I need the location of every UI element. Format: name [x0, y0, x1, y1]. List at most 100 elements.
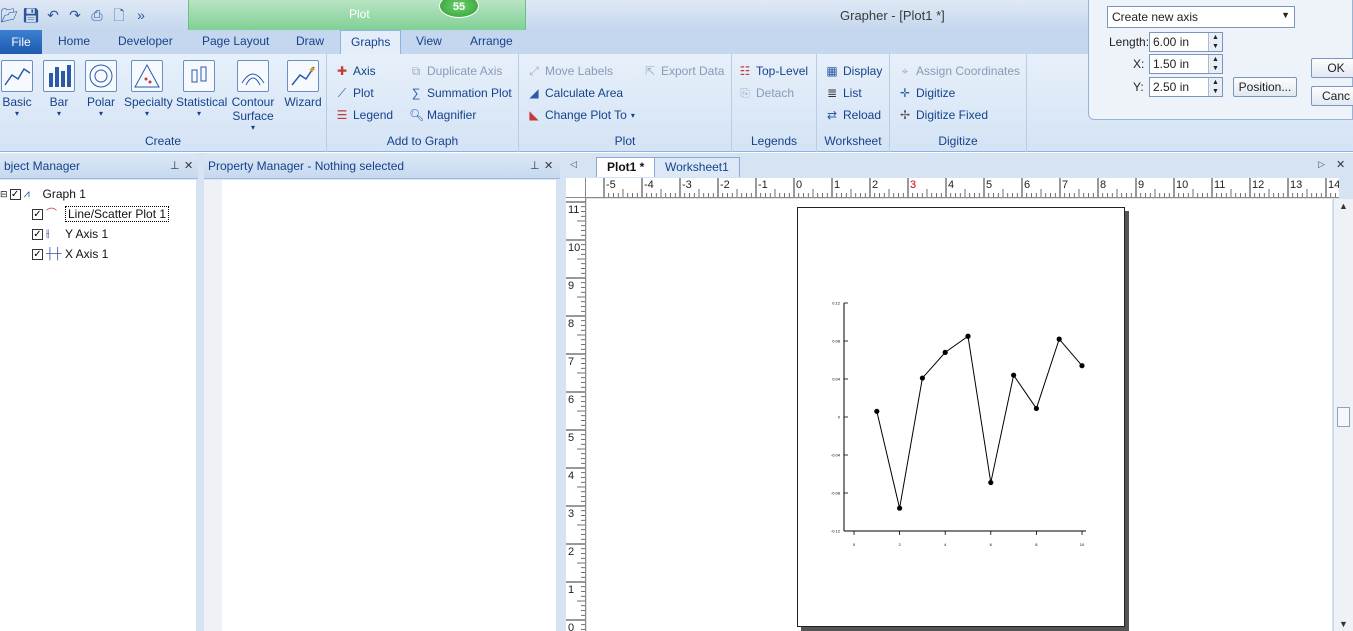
- tab-draw[interactable]: Draw: [296, 34, 324, 48]
- wizard-button[interactable]: ✦ Wizard: [280, 60, 326, 109]
- data-point[interactable]: [988, 479, 994, 486]
- tree-item-graph[interactable]: ⊟ ✓ ⩘ Graph 1: [0, 184, 86, 204]
- y-tick-label: 0: [838, 415, 841, 420]
- crosshair-fixed-icon: ✢: [899, 108, 911, 122]
- cancel-button[interactable]: Canc: [1311, 86, 1353, 106]
- data-point[interactable]: [1079, 363, 1085, 369]
- tab-plot1[interactable]: Plot1 *: [596, 157, 656, 177]
- pin-icon[interactable]: ⊥: [530, 153, 540, 179]
- ruler-label: -5: [606, 179, 616, 191]
- collapse-icon[interactable]: ⊟: [0, 189, 8, 200]
- polar-button[interactable]: Polar ▾: [78, 60, 124, 118]
- group-label-legends: Legends: [750, 134, 798, 148]
- calculate-area-button[interactable]: ◢ Calculate Area: [527, 84, 623, 102]
- tab-view[interactable]: View: [416, 34, 442, 48]
- ruler-label: 2: [872, 179, 878, 191]
- summation-plot-button[interactable]: ∑ Summation Plot: [409, 84, 512, 102]
- legend-button[interactable]: ☰ Legend: [335, 106, 393, 124]
- x-field[interactable]: 1.50 in ▲ ▼: [1149, 54, 1223, 74]
- contour-surface-button[interactable]: Contour Surface ▾: [228, 60, 278, 132]
- checkbox[interactable]: ✓: [32, 248, 43, 260]
- data-point[interactable]: [1056, 336, 1062, 342]
- close-icon[interactable]: ✕: [544, 153, 553, 179]
- tree-item-label: Line/Scatter Plot 1: [65, 206, 170, 222]
- series-line[interactable]: [876, 335, 1083, 509]
- tab-file[interactable]: File: [0, 30, 42, 54]
- tab-home[interactable]: Home: [58, 34, 90, 48]
- scroll-up-icon[interactable]: ▲: [1339, 201, 1348, 211]
- axis-mode-select[interactable]: Create new axis ▼: [1107, 6, 1295, 28]
- open-icon[interactable]: 📂︎: [0, 6, 18, 24]
- more-icon[interactable]: »: [132, 6, 150, 24]
- data-point[interactable]: [919, 375, 925, 381]
- tab-worksheet1[interactable]: Worksheet1: [654, 157, 740, 177]
- data-point[interactable]: [1033, 405, 1039, 412]
- specialty-button[interactable]: Specialty ▾: [124, 60, 173, 118]
- plot-canvas[interactable]: 0.12 0.08 0.04 0 -0.04 -0.08 -0.12 0 2 4 6 8 10: [587, 199, 1332, 631]
- spinner-icon[interactable]: ▲ ▼: [1208, 55, 1222, 73]
- close-icon[interactable]: ✕: [184, 153, 193, 179]
- detach-button[interactable]: ⎘ Detach: [738, 84, 794, 102]
- magnifier-button[interactable]: 🔍︎ Magnifier: [409, 106, 476, 124]
- pin-icon[interactable]: ⊥: [170, 153, 180, 179]
- tree-item-line-scatter-plot[interactable]: ✓ ⌒ Line/Scatter Plot 1: [32, 204, 170, 224]
- position-button[interactable]: Position...: [1233, 77, 1297, 97]
- tab-graphs[interactable]: Graphs: [340, 30, 402, 55]
- bar-button[interactable]: Bar ▾: [36, 60, 82, 118]
- data-point[interactable]: [965, 333, 971, 339]
- data-point[interactable]: [942, 349, 948, 355]
- assign-coordinates-button[interactable]: ⌖ Assign Coordinates: [898, 62, 1020, 80]
- ok-button[interactable]: OK: [1311, 58, 1353, 78]
- scroll-right-icon[interactable]: ▷: [1318, 159, 1325, 170]
- data-point[interactable]: [1011, 372, 1017, 378]
- data-point[interactable]: [897, 505, 903, 511]
- plot-label: Plot: [353, 86, 374, 100]
- length-field[interactable]: 6.00 in ▲ ▼: [1149, 32, 1223, 52]
- ruler-label: 5: [986, 179, 992, 191]
- list-button[interactable]: ≣ List: [825, 84, 862, 102]
- print-icon[interactable]: ⎙: [88, 6, 106, 24]
- spinner-icon[interactable]: ▲ ▼: [1208, 33, 1222, 51]
- checkbox[interactable]: ✓: [32, 228, 43, 240]
- vertical-scrollbar[interactable]: ▲ ▼: [1333, 199, 1353, 631]
- redo-icon[interactable]: ↷: [66, 6, 84, 24]
- scroll-left-icon[interactable]: ◁: [570, 159, 577, 170]
- checkbox[interactable]: ✓: [9, 188, 21, 200]
- duplicate-axis-button[interactable]: ⧉ Duplicate Axis: [409, 62, 503, 80]
- new-icon[interactable]: 🗋: [110, 6, 128, 24]
- move-labels-button[interactable]: ⤢ Move Labels: [527, 62, 613, 80]
- tree-item-y-axis[interactable]: ✓ ⫲ Y Axis 1: [32, 224, 108, 244]
- digitize-fixed-button[interactable]: ✢ Digitize Fixed: [898, 106, 988, 124]
- plot-button[interactable]: ⟋ Plot: [335, 84, 374, 102]
- change-plot-to-button[interactable]: ◣ Change Plot To ▾: [527, 106, 634, 124]
- tab-arrange[interactable]: Arrange: [470, 34, 513, 48]
- y-field[interactable]: 2.50 in ▲ ▼: [1149, 77, 1223, 97]
- ruler-label: 10: [568, 242, 580, 254]
- export-data-button[interactable]: ⇱ Export Data: [643, 62, 724, 80]
- ruler-label: 0: [796, 179, 802, 191]
- axis-button[interactable]: ✚ Axis: [335, 62, 376, 80]
- property-manager-header: Property Manager - Nothing selected ⊥ ✕: [204, 153, 560, 179]
- reload-button[interactable]: ⇄ Reload: [825, 106, 881, 124]
- tree-item-x-axis[interactable]: ✓ ┼┼ X Axis 1: [32, 244, 108, 264]
- data-point[interactable]: [874, 408, 880, 414]
- tab-developer[interactable]: Developer: [118, 34, 173, 48]
- close-icon[interactable]: ✕: [1336, 158, 1345, 171]
- scroll-thumb[interactable]: [1337, 407, 1350, 427]
- top-level-button[interactable]: ☷ Top-Level: [738, 62, 808, 80]
- line-scatter-chart[interactable]: 0.12 0.08 0.04 0 -0.04 -0.08 -0.12 0 2 4 6 8 10: [798, 208, 1126, 628]
- y-value: 2.50 in: [1153, 80, 1190, 94]
- digitize-button[interactable]: ✛ Digitize: [898, 84, 955, 102]
- undo-icon[interactable]: ↶: [44, 6, 62, 24]
- basic-button[interactable]: Basic ▾: [0, 60, 40, 118]
- statistical-button[interactable]: Statistical ▾: [176, 60, 227, 118]
- group-legends: ☷ Top-Level ⎘ Detach Legends: [732, 54, 817, 152]
- scroll-down-icon[interactable]: ▼: [1339, 619, 1348, 629]
- tab-page-layout[interactable]: Page Layout: [202, 34, 269, 48]
- display-button[interactable]: ▦ Display: [825, 62, 882, 80]
- save-icon[interactable]: 💾︎: [22, 6, 40, 24]
- checkbox[interactable]: ✓: [32, 208, 43, 220]
- duplicate-axis-label: Duplicate Axis: [427, 64, 503, 78]
- y-tick-label: 0.08: [832, 339, 841, 344]
- spinner-icon[interactable]: ▲ ▼: [1208, 78, 1222, 96]
